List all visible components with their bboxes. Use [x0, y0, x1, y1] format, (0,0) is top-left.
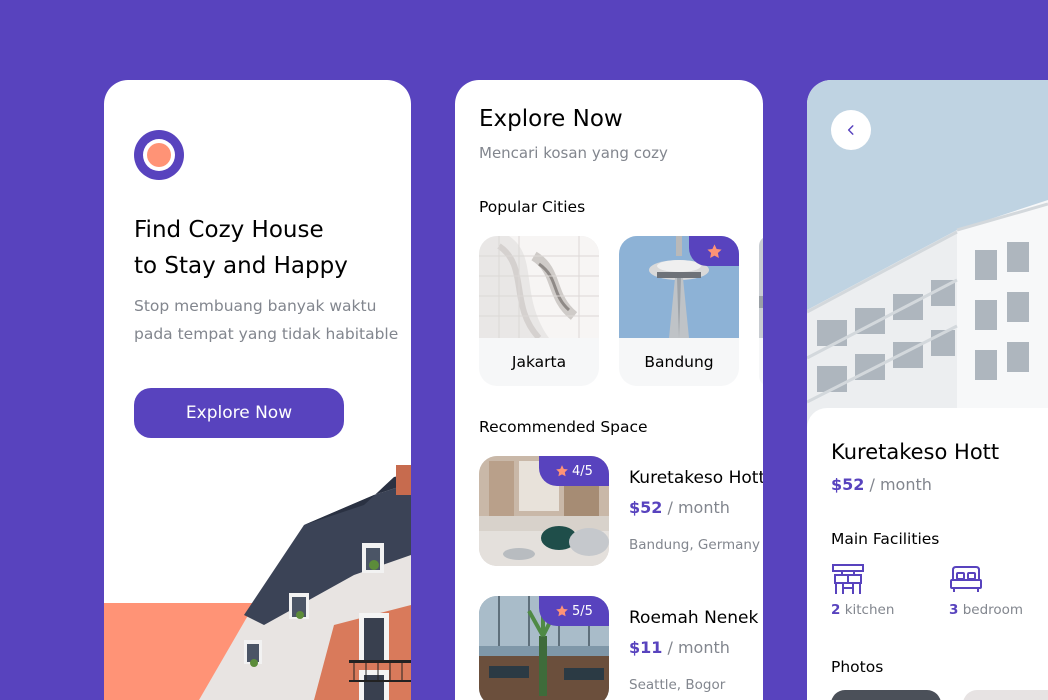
detail-panel: Kuretakeso Hott $52 / month Main Facilit… [807, 408, 1048, 700]
city-name: Jakarta [511, 353, 567, 371]
price-value: $52 [831, 475, 865, 494]
house-illustration [199, 465, 411, 700]
space-card-roemah-nenek[interactable]: 5/5 Roemah Nenek $11 / month Seattle, Bo… [479, 596, 763, 700]
rating-value: 4/5 [572, 463, 593, 479]
price-value: $52 [629, 498, 663, 517]
price-value: $11 [629, 638, 663, 657]
facility-count: 3 [949, 602, 959, 618]
facility-text: 3 bedroom [949, 602, 1048, 618]
photo-thumbnail[interactable] [831, 690, 941, 700]
space-photo: 5/5 [479, 596, 609, 700]
city-card-bandung[interactable]: Bandung [619, 236, 739, 386]
space-price: $11 / month [629, 638, 730, 657]
popular-badge [689, 236, 739, 266]
facility-kitchen: 2 kitchen [831, 562, 931, 618]
page-title: Explore Now [479, 106, 623, 132]
price-period: / month [662, 498, 730, 517]
recommended-space-heading: Recommended Space [479, 418, 648, 436]
bed-icon [950, 566, 982, 592]
price-period: / month [662, 638, 730, 657]
facility-bedroom: 3 bedroom [949, 562, 1048, 618]
main-facilities-heading: Main Facilities [831, 530, 940, 548]
onboarding-screen: Find Cozy House to Stay and Happy Stop m… [104, 80, 411, 700]
explore-now-button[interactable]: Explore Now [134, 388, 344, 438]
detail-screen: Kuretakeso Hott $52 / month Main Facilit… [807, 80, 1048, 700]
onboarding-subtitle-line1: Stop membuang banyak waktu [134, 297, 377, 315]
star-icon [706, 243, 722, 258]
explore-screen: Explore Now Mencari kosan yang cozy Popu… [455, 80, 763, 700]
city-photo [759, 236, 763, 338]
app-logo-icon [134, 130, 184, 180]
city-card-next[interactable] [759, 236, 763, 386]
space-location: Seattle, Bogor [629, 677, 726, 693]
rating-value: 5/5 [572, 603, 593, 619]
back-button[interactable] [831, 110, 871, 150]
space-card-kuretakeso[interactable]: 4/5 Kuretakeso Hott $52 / month Bandung,… [479, 456, 763, 566]
onboarding-title: Find Cozy House to Stay and Happy [134, 212, 411, 284]
space-location: Bandung, Germany [629, 537, 760, 553]
star-icon [556, 605, 568, 617]
space-photo: 4/5 [479, 456, 609, 566]
space-name: Kuretakeso Hott [629, 468, 763, 488]
kitchen-icon [832, 564, 864, 594]
chevron-left-icon [847, 125, 854, 135]
city-name: Bandung [644, 353, 714, 371]
photos-heading: Photos [831, 658, 884, 676]
rating-badge: 4/5 [539, 456, 609, 486]
photo-thumbnail[interactable] [963, 690, 1048, 700]
price-period: / month [864, 475, 932, 494]
rating-badge: 5/5 [539, 596, 609, 626]
city-card-jakarta[interactable]: Jakarta [479, 236, 599, 386]
facility-label: kitchen [840, 602, 895, 618]
onboarding-title-line2: to Stay and Happy [134, 253, 348, 279]
onboarding-title-line1: Find Cozy House [134, 217, 324, 243]
hotel-price: $52 / month [831, 475, 932, 494]
space-name: Roemah Nenek [629, 608, 759, 628]
popular-cities-heading: Popular Cities [479, 198, 586, 216]
hotel-name: Kuretakeso Hott [831, 440, 1000, 464]
onboarding-subtitle-line2: pada tempat yang tidak habitable [134, 325, 399, 343]
space-price: $52 / month [629, 498, 730, 517]
city-photo [479, 236, 599, 338]
facility-count: 2 [831, 602, 841, 618]
onboarding-subtitle: Stop membuang banyak waktu pada tempat y… [134, 292, 411, 348]
page-subtitle: Mencari kosan yang cozy [479, 144, 668, 162]
facility-text: 2 kitchen [831, 602, 931, 618]
facility-label: bedroom [958, 602, 1024, 618]
star-icon [556, 465, 568, 477]
